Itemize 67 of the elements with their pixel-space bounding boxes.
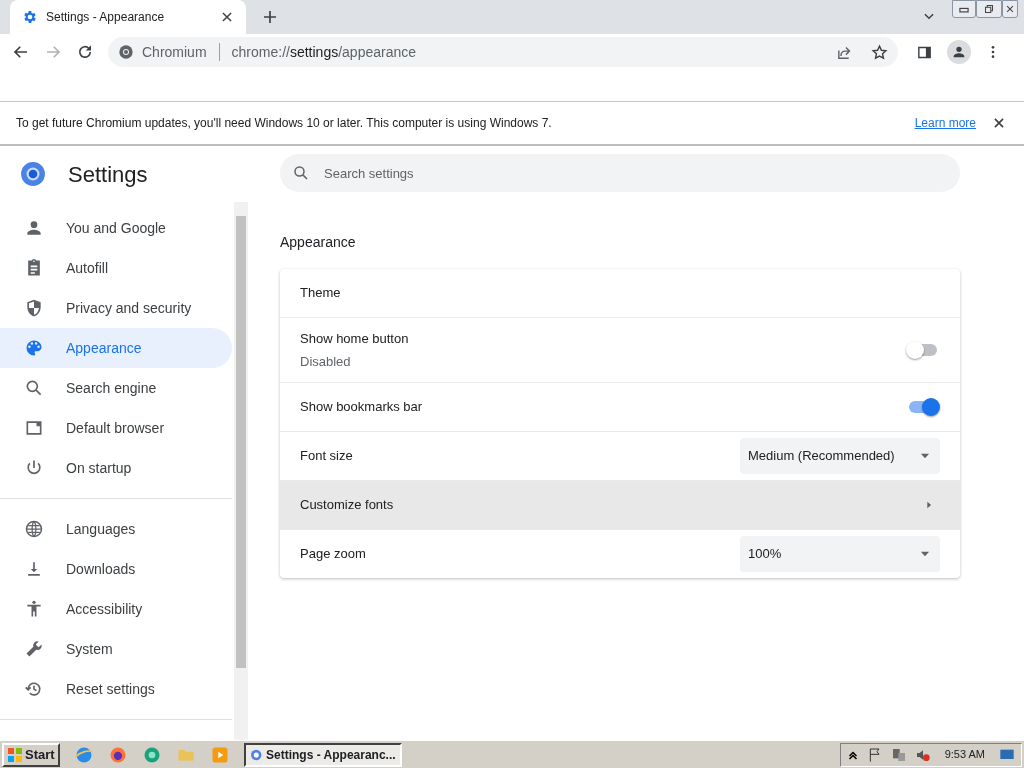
setting-label: Show bookmarks bar bbox=[300, 398, 423, 417]
back-icon[interactable] bbox=[12, 43, 30, 61]
chromium-logo-icon bbox=[20, 161, 46, 187]
history-icon bbox=[24, 679, 44, 699]
setting-description: Disabled bbox=[300, 353, 351, 371]
setting-label: Show home button bbox=[300, 329, 409, 348]
chromium-logo-icon bbox=[118, 44, 134, 60]
setting-label: Customize fonts bbox=[300, 496, 394, 515]
browser-tab[interactable]: Settings - Appearance bbox=[10, 0, 246, 34]
shield-icon bbox=[24, 298, 44, 318]
start-button[interactable]: Start bbox=[2, 742, 60, 767]
caret-icon[interactable] bbox=[924, 500, 934, 510]
browser-window-icon bbox=[24, 418, 44, 438]
setting-label: Page zoom bbox=[300, 545, 366, 564]
sidebar-item[interactable]: Accessibility bbox=[0, 589, 232, 629]
section-title: Appearance bbox=[280, 233, 356, 252]
clock-time: 9:53 AM bbox=[944, 747, 985, 763]
palette-icon bbox=[24, 338, 44, 358]
close-button[interactable] bbox=[1002, 0, 1018, 18]
settings-row[interactable]: Font size Medium (Recommended) bbox=[280, 431, 960, 480]
settings-row[interactable]: Show bookmarks bar bbox=[280, 382, 960, 431]
setting-label: Theme bbox=[300, 284, 341, 303]
minimize-button[interactable] bbox=[952, 0, 976, 18]
infobar-message: To get future Chromium updates, you'll need Windows 10 or later. This computer is using Windows 7. bbox=[16, 115, 553, 132]
plus-icon[interactable] bbox=[262, 9, 278, 25]
url-text: chrome://settings/appearance bbox=[231, 42, 418, 62]
settings-row[interactable]: Page zoom 100% bbox=[280, 529, 960, 578]
reload-icon[interactable] bbox=[76, 43, 94, 61]
learn-more-link[interactable]: Learn more bbox=[914, 114, 976, 132]
restore-button[interactable] bbox=[976, 0, 1002, 18]
close-icon[interactable] bbox=[220, 10, 234, 24]
settings-row[interactable]: Customize fonts bbox=[280, 480, 960, 529]
person-icon bbox=[24, 218, 44, 238]
taskbar-button[interactable]: Settings - Appearanc... bbox=[243, 742, 402, 767]
close-icon[interactable] bbox=[992, 116, 1006, 130]
dropdown[interactable]: Medium (Recommended) bbox=[740, 438, 940, 474]
sidebar-item[interactable]: Privacy and security bbox=[0, 288, 232, 328]
dropdown[interactable]: 100% bbox=[740, 536, 940, 572]
sidebar-item[interactable]: Downloads bbox=[0, 549, 232, 589]
tab-title: Settings - Appearance bbox=[46, 9, 166, 26]
address-bar[interactable]: Chromium chrome://settings/appearance bbox=[108, 37, 898, 67]
sidebar-item[interactable]: On startup bbox=[0, 448, 232, 488]
search-field[interactable]: Search settings bbox=[280, 154, 960, 192]
sidebar-item[interactable]: Default browser bbox=[0, 408, 232, 448]
sidebar-item[interactable]: Appearance bbox=[0, 328, 232, 368]
settings-row[interactable]: Theme bbox=[280, 269, 960, 317]
sidebar-item[interactable]: Search engine bbox=[0, 368, 232, 408]
sidebar-item[interactable]: Autofill bbox=[0, 248, 232, 288]
profile-avatar[interactable] bbox=[947, 40, 971, 64]
accessibility-icon bbox=[24, 599, 44, 619]
gear-icon bbox=[22, 9, 38, 25]
settings-row[interactable]: Show home button Disabled bbox=[280, 317, 960, 382]
network-icon[interactable] bbox=[890, 746, 907, 763]
sidebar-item[interactable]: Reset settings bbox=[0, 669, 232, 709]
sidebar-item[interactable]: System bbox=[0, 629, 232, 669]
sidebar-item[interactable]: Languages bbox=[0, 509, 232, 549]
search-icon bbox=[24, 378, 44, 398]
wrench-icon bbox=[24, 639, 44, 659]
site-label: Chromium bbox=[142, 42, 207, 62]
restore-icon bbox=[982, 2, 996, 16]
setting-label: Font size bbox=[300, 447, 353, 466]
star-icon[interactable] bbox=[871, 43, 888, 61]
page-title: Settings bbox=[68, 160, 148, 189]
windows-logo-icon bbox=[7, 746, 23, 763]
sidebar-item[interactable]: You and Google bbox=[0, 208, 232, 248]
scrollbar[interactable] bbox=[234, 202, 248, 740]
search-icon bbox=[292, 164, 310, 182]
